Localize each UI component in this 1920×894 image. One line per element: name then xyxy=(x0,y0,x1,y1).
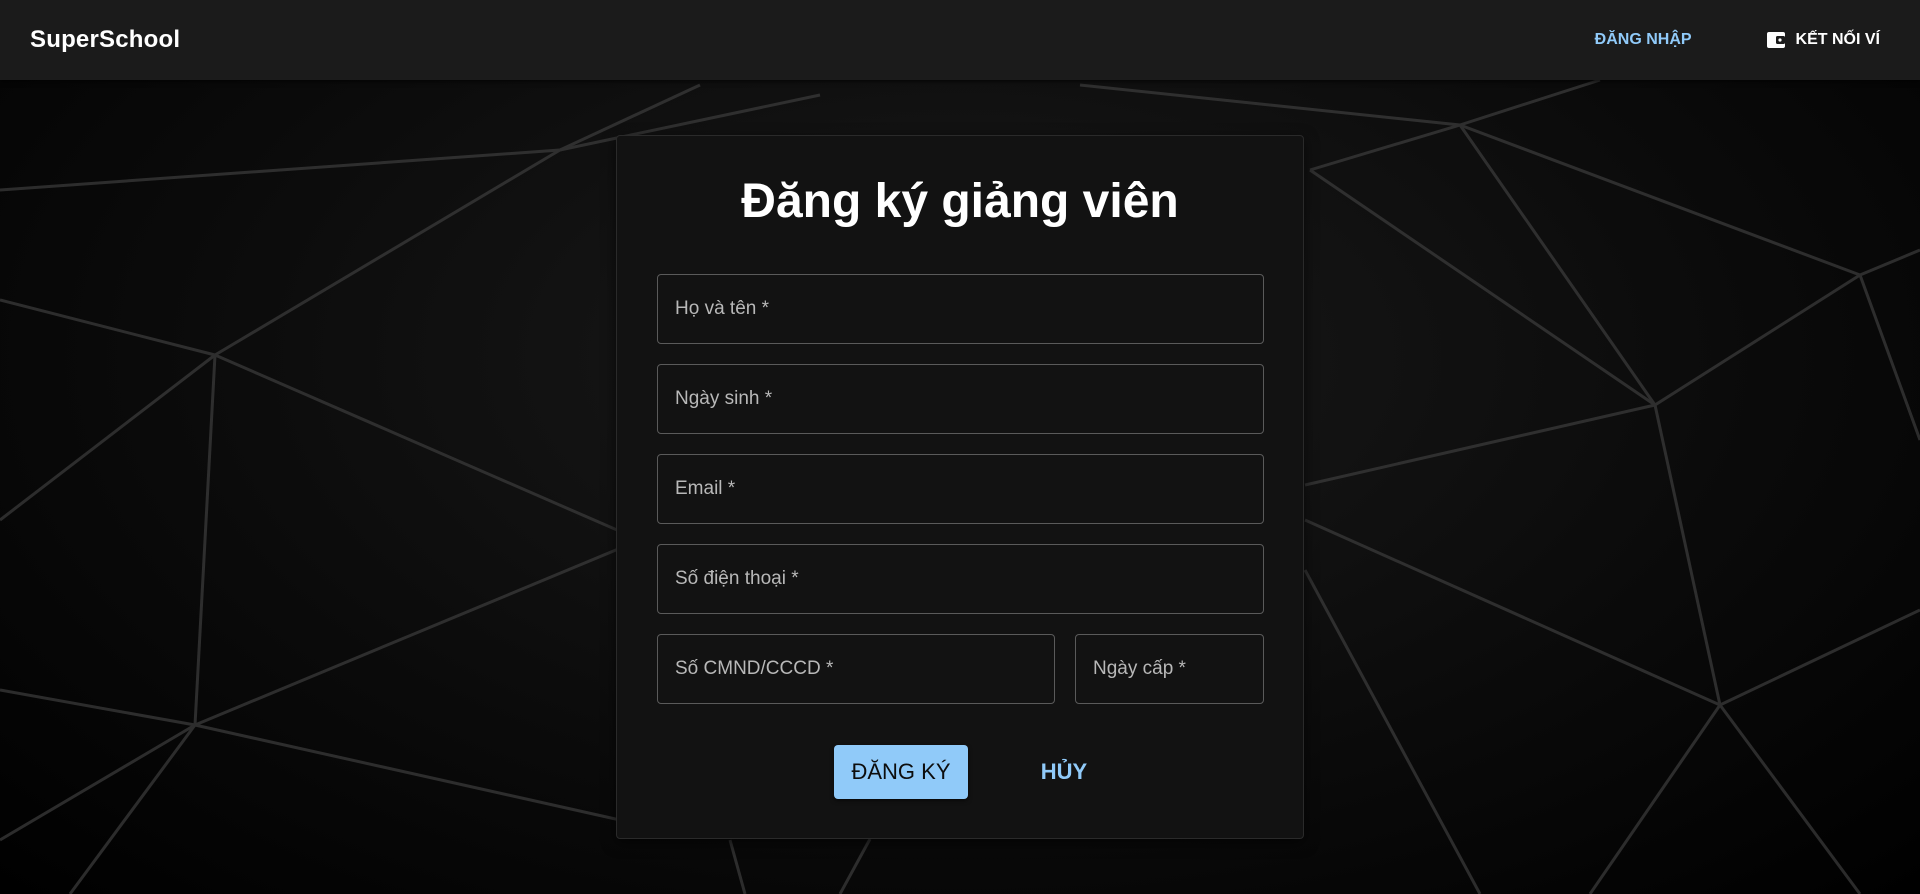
login-button-label: ĐĂNG NHẬP xyxy=(1594,31,1692,48)
lecturer-registration-card: Đăng ký giảng viên ĐĂNG KÝ HỦY xyxy=(616,135,1304,839)
birth-date-input[interactable] xyxy=(658,365,1263,433)
issue-date-field[interactable] xyxy=(1075,634,1264,704)
email-field[interactable] xyxy=(657,454,1264,524)
app-bar: SuperSchool ĐĂNG NHẬP KẾT NỐI VÍ xyxy=(0,0,1920,80)
email-input[interactable] xyxy=(658,455,1263,523)
birth-date-field[interactable] xyxy=(657,364,1264,434)
id-number-input[interactable] xyxy=(658,635,1054,703)
cancel-button[interactable]: HỦY xyxy=(1009,745,1119,799)
phone-input[interactable] xyxy=(658,545,1263,613)
id-number-field[interactable] xyxy=(657,634,1055,704)
page-title: Đăng ký giảng viên xyxy=(741,175,1179,228)
full-name-input[interactable] xyxy=(658,275,1263,343)
brand-logo-text[interactable]: SuperSchool xyxy=(30,26,180,54)
connect-wallet-button[interactable]: KẾT NỐI VÍ xyxy=(1756,23,1890,57)
issue-date-input[interactable] xyxy=(1076,635,1263,703)
wallet-icon xyxy=(1766,31,1786,49)
login-button[interactable]: ĐĂNG NHẬP xyxy=(1585,23,1702,57)
phone-field[interactable] xyxy=(657,544,1264,614)
connect-wallet-label: KẾT NỐI VÍ xyxy=(1795,31,1880,48)
full-name-field[interactable] xyxy=(657,274,1264,344)
register-button[interactable]: ĐĂNG KÝ xyxy=(834,745,968,799)
